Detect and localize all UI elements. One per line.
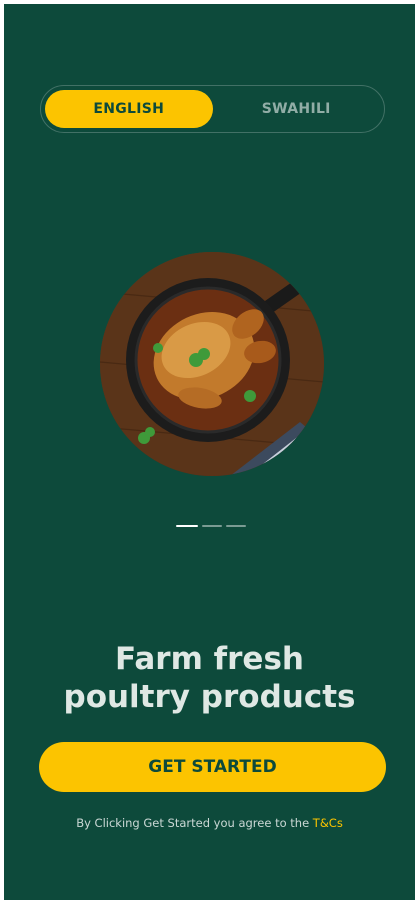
headline-line-1: Farm fresh — [115, 641, 304, 677]
headline-line-2: poultry products — [63, 679, 356, 715]
carousel-indicator — [176, 525, 246, 527]
get-started-button[interactable]: GET STARTED — [39, 742, 386, 792]
terms-link[interactable]: T&Cs — [313, 816, 343, 830]
terms-text: By Clicking Get Started you agree to the — [76, 816, 313, 830]
carousel-dot-active[interactable] — [176, 525, 198, 527]
roast-chicken-image — [100, 252, 324, 476]
language-option-swahili[interactable]: SWAHILI — [213, 90, 381, 128]
onboarding-screen: ENGLISH SWAHILI Farm fresh poultry produ… — [4, 4, 415, 900]
language-option-english[interactable]: ENGLISH — [45, 90, 213, 128]
terms-notice: By Clicking Get Started you agree to the… — [4, 816, 415, 830]
carousel-dot[interactable] — [226, 525, 246, 527]
roast-chicken-illustration — [100, 252, 324, 476]
carousel-dot[interactable] — [202, 525, 222, 527]
onboarding-headline: Farm fresh poultry products — [4, 640, 415, 716]
language-toggle: ENGLISH SWAHILI — [40, 85, 385, 133]
